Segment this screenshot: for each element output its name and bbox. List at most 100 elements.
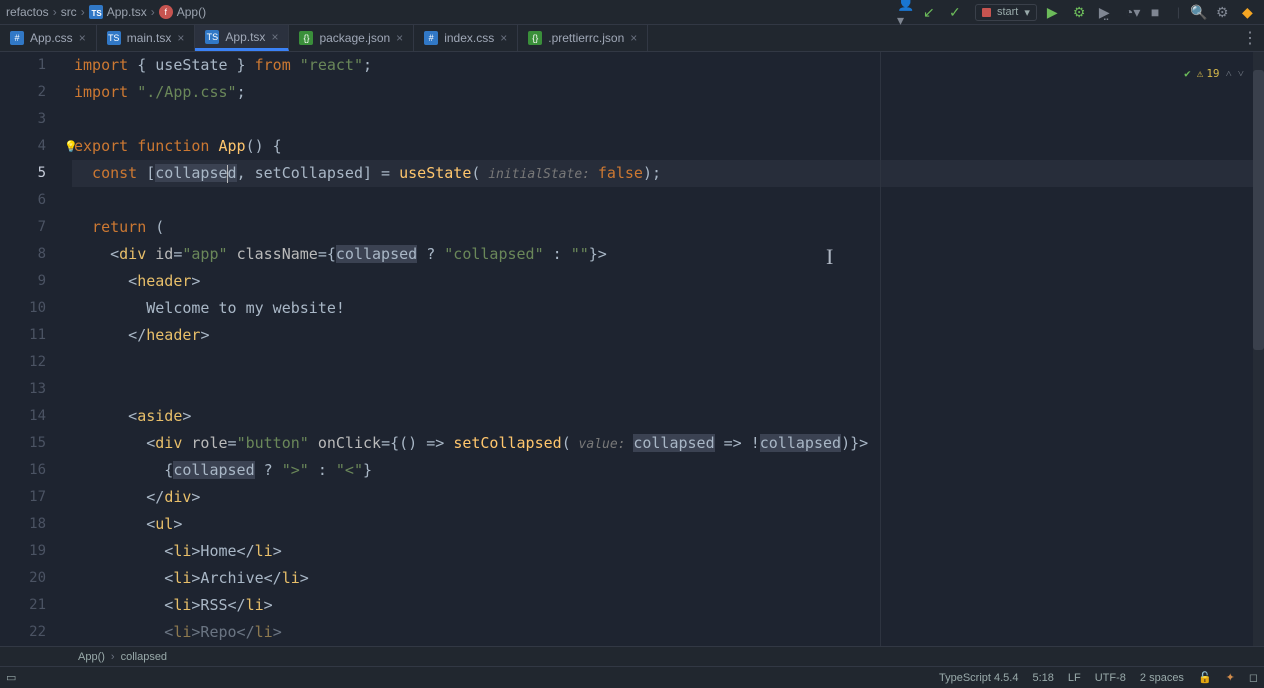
breadcrumb-file[interactable]: TS App.tsx [89,5,147,19]
user-add-icon[interactable]: 👤▾ [897,4,913,20]
line-number[interactable]: 16 [0,457,46,484]
line-number[interactable]: 1 [0,52,46,79]
line-number[interactable]: 11 [0,322,46,349]
notifications-icon[interactable]: ◻ [1249,671,1258,684]
code-line[interactable] [72,106,1264,133]
line-number[interactable]: 20 [0,565,46,592]
run-icon[interactable]: ▶ [1047,4,1063,20]
close-icon[interactable]: × [177,31,184,45]
tab-main-tsx[interactable]: TS main.tsx × [97,25,196,51]
breadcrumb-var[interactable]: collapsed [121,651,167,663]
code-line[interactable]: <li>Home</li> [72,538,1264,565]
line-number[interactable]: 3 [0,106,46,133]
chevron-down-icon: ▾ [1024,6,1030,19]
line-number[interactable]: 22 [0,619,46,646]
breadcrumb-fn[interactable]: App() [78,651,105,663]
status-line-separator[interactable]: LF [1068,672,1081,684]
line-number[interactable]: 9 [0,268,46,295]
stop-button-icon[interactable]: ■ [1151,4,1167,20]
line-number[interactable]: 4 [0,133,46,160]
code-line[interactable] [72,349,1264,376]
prettier-icon[interactable]: ✦ [1226,671,1235,684]
tab-package-json[interactable]: {} package.json × [289,25,414,51]
code-line[interactable]: <header> [72,268,1264,295]
code-line[interactable]: <div role="button" onClick={() => setCol… [72,430,1264,457]
status-encoding[interactable]: UTF-8 [1095,672,1126,684]
code-line[interactable]: import "./App.css"; [72,79,1264,106]
run-configuration-selector[interactable]: start ▾ [975,4,1037,21]
profile-icon[interactable]: ◔▾ [1125,4,1141,20]
status-bar: ▭ TypeScript 4.5.4 5:18 LF UTF-8 2 space… [0,666,1264,688]
tab-app-tsx[interactable]: TS App.tsx × [195,25,289,51]
code-area[interactable]: import { useState } from "react"; import… [72,52,1264,646]
vcs-commit-icon[interactable]: ✓ [949,4,965,20]
debug-icon[interactable]: ⚙ [1073,4,1089,20]
code-line[interactable]: </header> [72,322,1264,349]
code-line[interactable]: <aside> [72,403,1264,430]
breadcrumbs[interactable]: refactos › src › TS App.tsx › f App() [6,5,206,19]
line-number[interactable]: 7 [0,214,46,241]
code-line[interactable]: {collapsed ? ">" : "<"} [72,457,1264,484]
intention-bulb-icon[interactable]: 💡 [64,133,78,160]
code-line[interactable]: return ( [72,214,1264,241]
line-number[interactable]: 12 [0,349,46,376]
code-line[interactable]: <div id="app" className={collapsed ? "co… [72,241,1264,268]
inspection-widget[interactable]: ✔ ⚠19 ˄ ˅ [1184,60,1244,87]
tabs-overflow[interactable]: ⋮ [1242,25,1258,51]
code-line[interactable]: const [collapsed, setCollapsed] = useSta… [72,160,1264,187]
line-number[interactable]: 13 [0,376,46,403]
code-line[interactable]: <ul> [72,511,1264,538]
code-line[interactable]: Welcome to my website! [72,295,1264,322]
editor[interactable]: 1 2 3 4 5 6 7 8 9 10 11 12 13 14 15 16 1… [0,52,1264,646]
code-line[interactable]: <li>Archive</li> [72,565,1264,592]
line-number[interactable]: 5 [0,160,46,187]
line-number[interactable]: 6 [0,187,46,214]
vertical-scrollbar[interactable] [1253,52,1264,646]
status-language[interactable]: TypeScript 4.5.4 [939,672,1019,684]
close-icon[interactable]: × [630,31,637,45]
line-number[interactable]: 10 [0,295,46,322]
chevron-down-icon[interactable]: ˅ [1238,60,1244,87]
tab-prettierrc-json[interactable]: {} .prettierrc.json × [518,25,648,51]
code-line[interactable]: </div> [72,484,1264,511]
status-cursor-position[interactable]: 5:18 [1032,672,1053,684]
settings-icon[interactable]: ⚙ [1216,4,1232,20]
breadcrumb-project[interactable]: refactos [6,5,49,19]
chevron-up-icon[interactable]: ˄ [1226,60,1232,87]
close-icon[interactable]: × [79,31,86,45]
breadcrumb-folder[interactable]: src [61,5,77,19]
coverage-icon[interactable]: ▶̤ [1099,4,1115,20]
line-number[interactable]: 8 [0,241,46,268]
structure-breadcrumb[interactable]: App() › collapsed [0,646,1264,666]
close-icon[interactable]: × [500,31,507,45]
code-line[interactable]: 💡export function App() { [72,133,1264,160]
inspection-warn-count: 19 [1206,60,1219,87]
line-number-gutter[interactable]: 1 2 3 4 5 6 7 8 9 10 11 12 13 14 15 16 1… [0,52,54,646]
code-line[interactable]: <li>Repo</li> [72,619,1264,646]
vcs-update-icon[interactable]: ↙ [923,4,939,20]
typescript-icon: TS [89,5,103,19]
line-number[interactable]: 2 [0,79,46,106]
line-number[interactable]: 17 [0,484,46,511]
code-line[interactable]: <li>RSS</li> [72,592,1264,619]
shield-icon[interactable]: ◆ [1242,4,1258,20]
close-icon[interactable]: × [271,30,278,44]
line-number[interactable]: 21 [0,592,46,619]
line-number[interactable]: 15 [0,430,46,457]
readonly-lock-icon[interactable]: 🔓 [1198,671,1212,684]
code-line[interactable]: import { useState } from "react"; [72,52,1264,79]
tool-window-quick-access-icon[interactable]: ▭ [6,671,16,684]
code-line[interactable] [72,187,1264,214]
close-icon[interactable]: × [396,31,403,45]
breadcrumb-symbol[interactable]: f App() [159,5,206,19]
toolbar-right: 👤▾ ↙ ✓ start ▾ ▶ ⚙ ▶̤ ◔▾ ■ | 🔍 ⚙ ◆ [897,4,1258,21]
tab-app-css[interactable]: # App.css × [0,25,97,51]
search-icon[interactable]: 🔍 [1190,4,1206,20]
line-number[interactable]: 18 [0,511,46,538]
line-number[interactable]: 19 [0,538,46,565]
tab-index-css[interactable]: # index.css × [414,25,518,51]
scrollbar-thumb[interactable] [1253,70,1264,350]
line-number[interactable]: 14 [0,403,46,430]
status-indent[interactable]: 2 spaces [1140,672,1184,684]
code-line[interactable] [72,376,1264,403]
